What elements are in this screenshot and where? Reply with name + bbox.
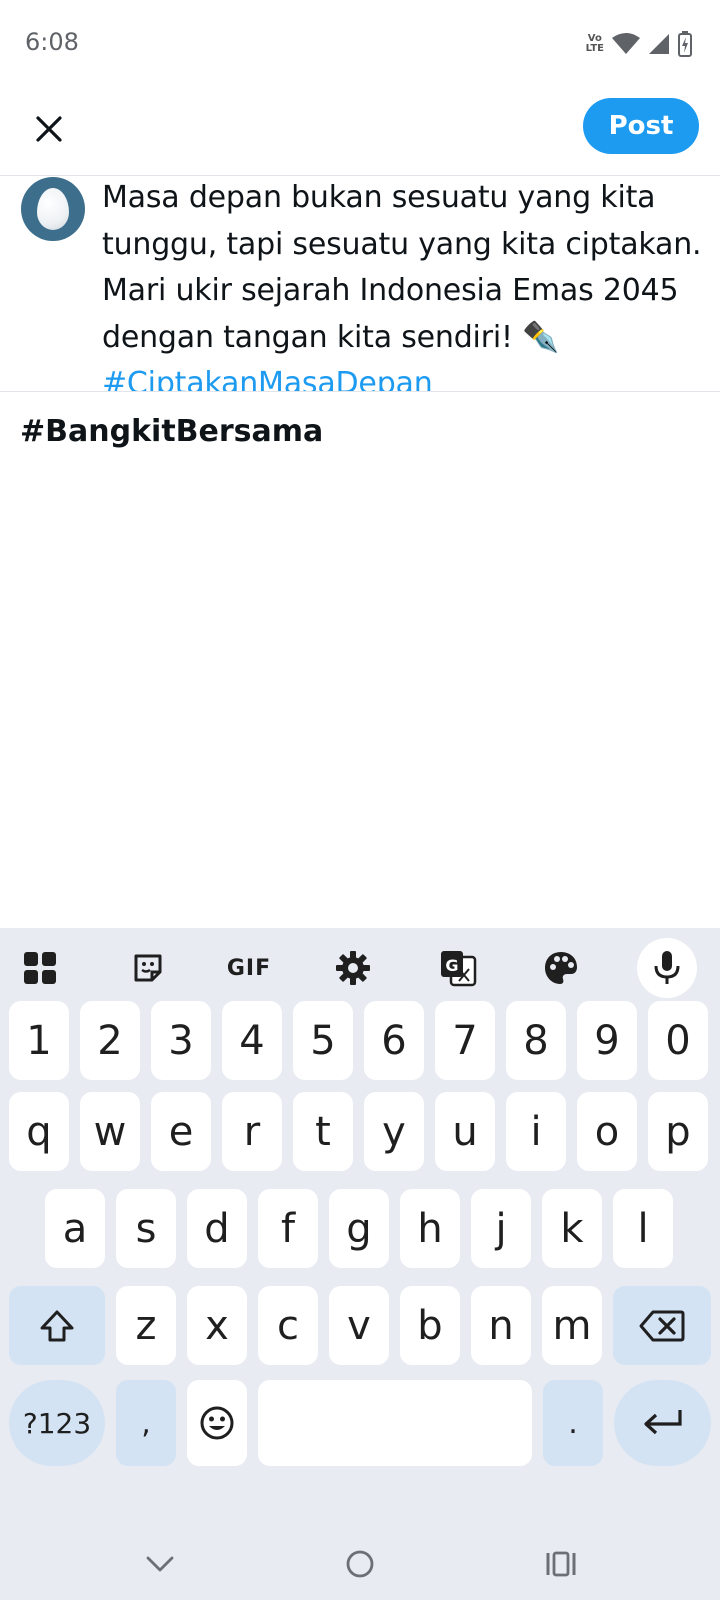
key-p[interactable]: p — [648, 1092, 708, 1171]
key-r[interactable]: r — [222, 1092, 282, 1171]
key-k[interactable]: k — [542, 1189, 602, 1268]
status-icons: Vo LTE — [586, 28, 692, 60]
key-z[interactable]: z — [116, 1286, 176, 1365]
comma-key[interactable]: , — [116, 1380, 176, 1466]
system-navigation-bar — [0, 1528, 720, 1600]
shift-key[interactable] — [9, 1286, 105, 1365]
key-9[interactable]: 9 — [577, 1001, 637, 1080]
key-0[interactable]: 0 — [648, 1001, 708, 1080]
key-f[interactable]: f — [258, 1189, 318, 1268]
hide-keyboard-button[interactable] — [130, 1542, 190, 1586]
close-icon — [36, 116, 62, 142]
avatar — [21, 177, 85, 241]
key-s[interactable]: s — [116, 1189, 176, 1268]
translate-button[interactable]: G — [428, 938, 488, 998]
key-n[interactable]: n — [471, 1286, 531, 1365]
key-b[interactable]: b — [400, 1286, 460, 1365]
settings-button[interactable] — [323, 938, 383, 998]
gear-icon — [336, 951, 370, 985]
key-1[interactable]: 1 — [9, 1001, 69, 1080]
enter-icon — [643, 1410, 682, 1435]
key-m[interactable]: m — [542, 1286, 602, 1365]
apps-grid-button[interactable] — [10, 938, 70, 998]
enter-key[interactable] — [614, 1380, 711, 1466]
hashtag-link[interactable]: #CiptakanMasaDepan — [102, 366, 433, 391]
recent-apps-icon — [546, 1551, 576, 1577]
symbols-key[interactable]: ?123 — [9, 1380, 105, 1466]
emoji-icon — [200, 1406, 234, 1440]
sticker-button[interactable] — [118, 938, 178, 998]
key-2[interactable]: 2 — [80, 1001, 140, 1080]
key-a[interactable]: a — [45, 1189, 105, 1268]
key-x[interactable]: x — [187, 1286, 247, 1365]
translate-icon: G — [441, 951, 477, 987]
key-7[interactable]: 7 — [435, 1001, 495, 1080]
volte-icon: Vo LTE — [585, 33, 604, 54]
key-i[interactable]: i — [506, 1092, 566, 1171]
backspace-icon — [639, 1310, 685, 1341]
compose-text-field[interactable]: #BangkitBersama — [20, 414, 323, 449]
voice-input-button[interactable] — [637, 938, 697, 998]
space-key[interactable] — [258, 1380, 532, 1466]
key-q[interactable]: q — [9, 1092, 69, 1171]
key-g[interactable]: g — [329, 1189, 389, 1268]
palette-icon — [545, 952, 577, 984]
home-circle-icon — [346, 1550, 374, 1578]
key-4[interactable]: 4 — [222, 1001, 282, 1080]
key-l[interactable]: l — [613, 1189, 673, 1268]
backspace-key[interactable] — [613, 1286, 711, 1365]
key-j[interactable]: j — [471, 1189, 531, 1268]
post-button[interactable]: Post — [583, 98, 699, 154]
battery-charging-icon — [678, 31, 692, 57]
status-time: 6:08 — [25, 28, 79, 56]
key-e[interactable]: e — [151, 1092, 211, 1171]
keyboard: GIF G 1 2 3 4 5 6 7 8 9 0 q w e r t y u … — [0, 928, 720, 1600]
close-button[interactable] — [24, 104, 74, 154]
key-y[interactable]: y — [364, 1092, 424, 1171]
key-u[interactable]: u — [435, 1092, 495, 1171]
shift-icon — [40, 1310, 74, 1341]
period-key[interactable]: . — [543, 1380, 603, 1466]
default-egg-avatar-icon — [37, 188, 69, 230]
home-button[interactable] — [330, 1542, 390, 1586]
key-w[interactable]: w — [80, 1092, 140, 1171]
thread-previous-tweet[interactable]: Masa depan bukan sesuatu yang kita tungg… — [0, 177, 720, 392]
chevron-down-icon — [146, 1556, 174, 1572]
key-o[interactable]: o — [577, 1092, 637, 1171]
key-c[interactable]: c — [258, 1286, 318, 1365]
key-t[interactable]: t — [293, 1092, 353, 1171]
sticker-icon — [134, 954, 162, 982]
recent-apps-button[interactable] — [531, 1542, 591, 1586]
status-bar: 6:08 Vo LTE — [0, 0, 720, 84]
compose-header: Post — [0, 84, 720, 176]
cellular-signal-icon — [649, 34, 669, 54]
theme-button[interactable] — [531, 938, 591, 998]
wifi-icon — [612, 33, 640, 54]
key-6[interactable]: 6 — [364, 1001, 424, 1080]
svg-text:G: G — [445, 956, 458, 975]
key-8[interactable]: 8 — [506, 1001, 566, 1080]
keyboard-toolbar: GIF G — [0, 928, 720, 1008]
apps-grid-icon — [24, 952, 56, 984]
microphone-icon — [654, 951, 680, 984]
emoji-key[interactable] — [187, 1380, 247, 1466]
key-h[interactable]: h — [400, 1189, 460, 1268]
gif-icon: GIF — [226, 955, 272, 981]
key-3[interactable]: 3 — [151, 1001, 211, 1080]
key-5[interactable]: 5 — [293, 1001, 353, 1080]
key-v[interactable]: v — [329, 1286, 389, 1365]
gif-button[interactable]: GIF — [219, 938, 279, 998]
key-d[interactable]: d — [187, 1189, 247, 1268]
previous-tweet-text: Masa depan bukan sesuatu yang kita tungg… — [102, 177, 712, 391]
